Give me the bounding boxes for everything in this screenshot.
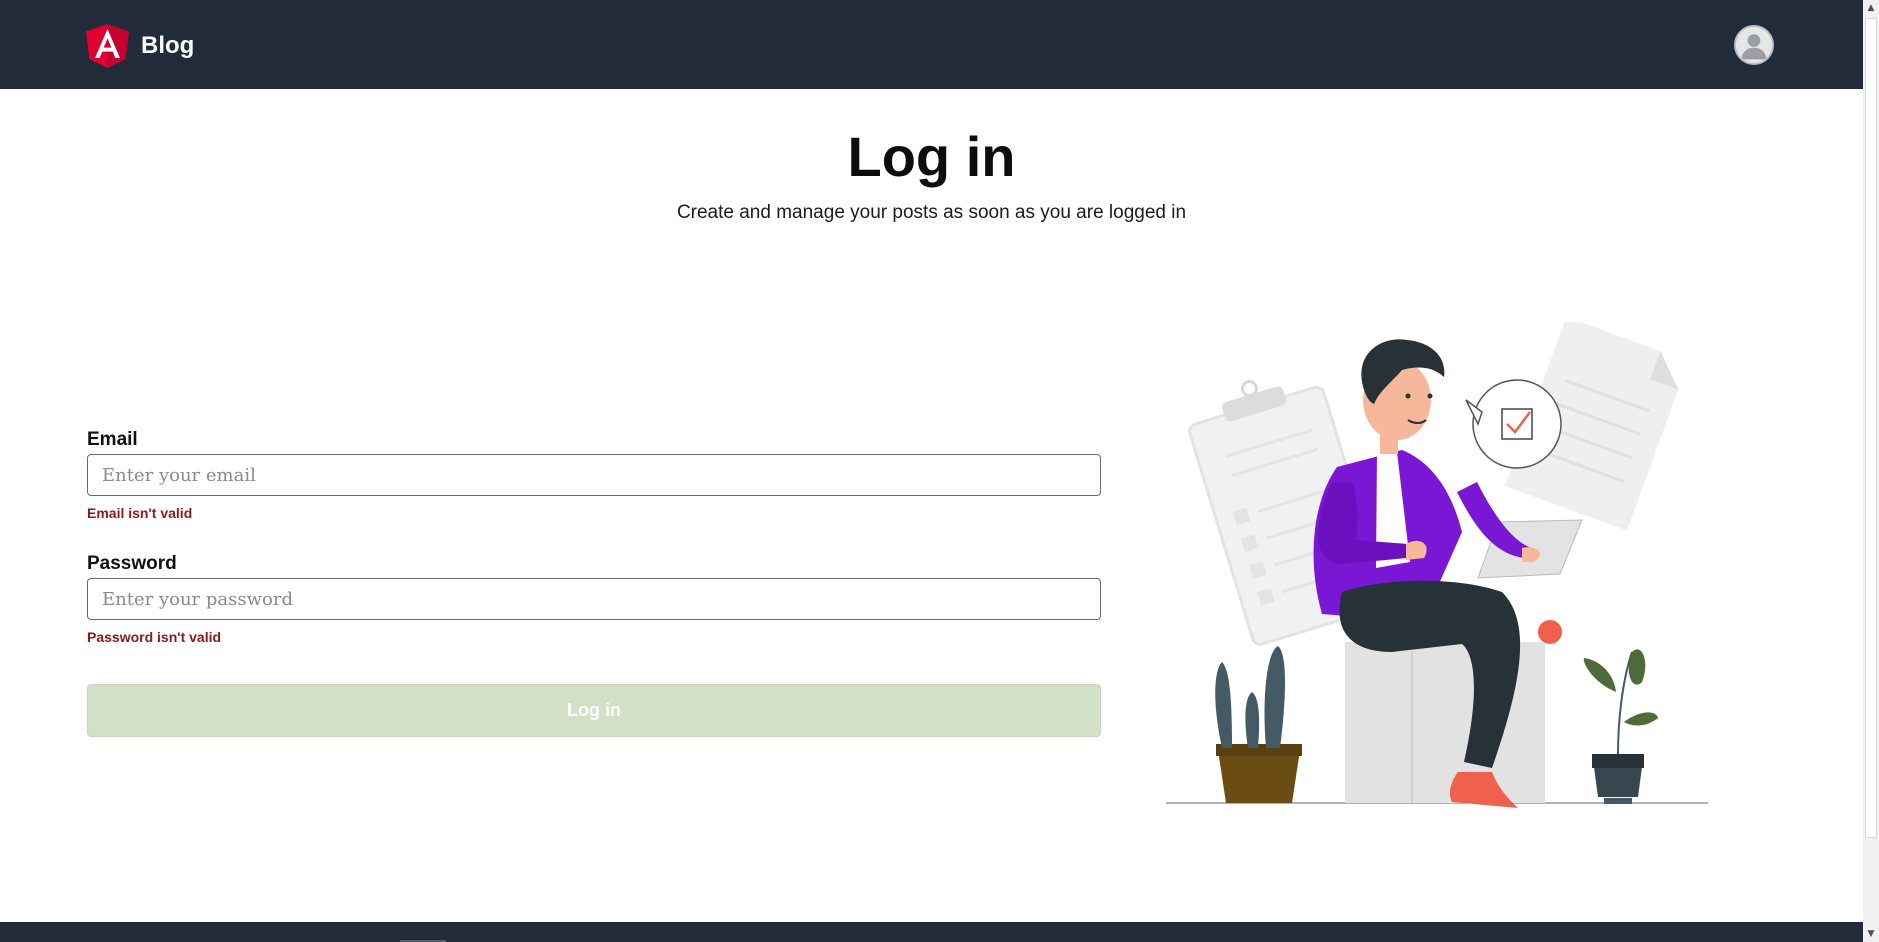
scrollbar-thumb[interactable] <box>1865 18 1877 838</box>
brand-link[interactable]: Blog <box>86 24 194 68</box>
user-avatar-button[interactable] <box>1734 25 1774 65</box>
user-avatar-icon <box>1736 27 1772 63</box>
email-field[interactable] <box>87 454 1101 496</box>
email-label: Email <box>87 429 138 450</box>
top-navbar: Blog <box>0 0 1863 89</box>
scroll-down-arrow-icon[interactable]: ▼ <box>1863 926 1879 942</box>
angular-logo-icon <box>86 24 129 68</box>
brand-name: Blog <box>141 32 195 59</box>
login-illustration <box>1162 322 1722 808</box>
password-label: Password <box>87 553 177 574</box>
page-title: Log in <box>847 125 1016 188</box>
page-subtitle: Create and manage your posts as soon as … <box>676 202 1187 223</box>
person-with-laptop-illustration <box>1166 322 1708 808</box>
login-form: Email Email isn't valid Password Passwor… <box>87 428 1101 737</box>
footer-bar <box>0 922 1863 942</box>
password-error: Password isn't valid <box>87 629 222 645</box>
password-field[interactable] <box>87 578 1101 620</box>
login-button[interactable]: Log in <box>87 684 1101 737</box>
page-scrollbar[interactable]: ▲ ▼ <box>1863 0 1879 942</box>
email-error: Email isn't valid <box>87 505 193 521</box>
scroll-up-arrow-icon[interactable]: ▲ <box>1863 0 1879 16</box>
